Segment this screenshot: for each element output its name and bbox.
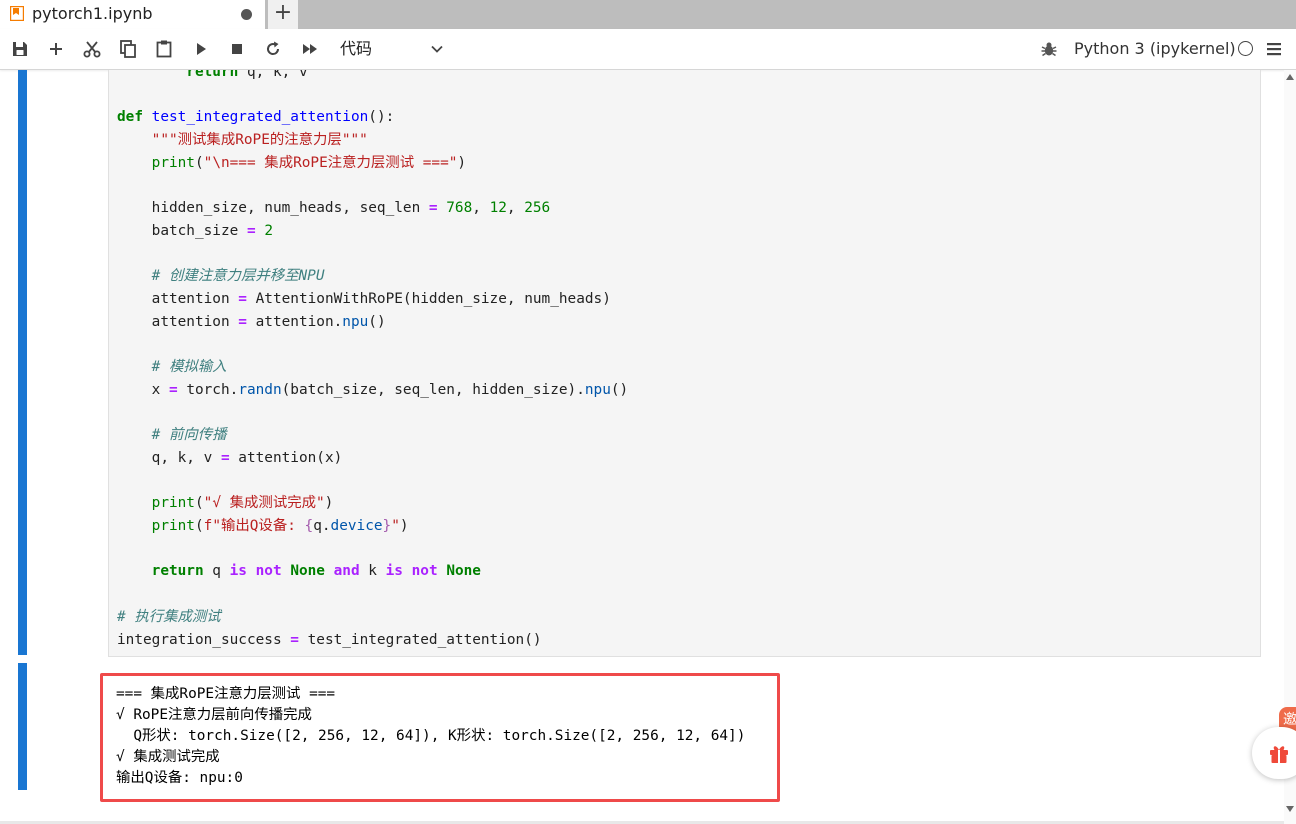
- stop-icon[interactable]: [227, 39, 247, 59]
- output-collapser[interactable]: [18, 663, 27, 790]
- cell-type-select[interactable]: 代码: [340, 38, 372, 60]
- builtin: print: [151, 495, 195, 512]
- menu-icon[interactable]: [1266, 41, 1282, 57]
- builtin: print: [151, 154, 195, 171]
- restart-icon[interactable]: [263, 39, 283, 59]
- code-content[interactable]: return q, k, v def test_integrated_atten…: [117, 70, 628, 651]
- code-text: hidden_size, num_heads, seq_len: [151, 200, 429, 217]
- fstring-brace: {: [304, 518, 314, 535]
- builtin: print: [151, 518, 195, 535]
- scroll-up-icon[interactable]: [1286, 74, 1294, 80]
- method: randn: [238, 381, 282, 398]
- code-text: attention: [151, 291, 239, 308]
- number: 768: [446, 200, 473, 217]
- keyword: is: [229, 563, 247, 580]
- notebook-icon: [9, 5, 25, 22]
- fstring: f"输出Q设备:: [203, 518, 305, 535]
- new-tab-button[interactable]: +: [268, 0, 298, 29]
- paste-icon[interactable]: [154, 39, 174, 59]
- comment: # 前向传播: [151, 427, 227, 444]
- notebook-panel: return q, k, v def test_integrated_atten…: [0, 70, 1284, 824]
- method: device: [330, 518, 383, 535]
- tab-bar: pytorch1.ipynb +: [0, 0, 1296, 29]
- code-text: q, k, v: [238, 70, 308, 80]
- number: 12: [489, 200, 507, 217]
- keyword: None: [290, 563, 325, 580]
- string: ": [391, 518, 400, 535]
- code-text: x: [151, 381, 169, 398]
- code-text: attention.: [246, 313, 343, 330]
- function-name: test_integrated_attention: [151, 109, 369, 126]
- string: "√ 集成测试完成": [203, 495, 325, 512]
- number: 256: [524, 200, 551, 217]
- tab-title: pytorch1.ipynb: [32, 4, 153, 23]
- bug-icon[interactable]: [1040, 40, 1058, 58]
- code-text: q: [203, 563, 230, 580]
- keyword: and: [333, 563, 360, 580]
- code-text: k: [359, 563, 386, 580]
- gift-button[interactable]: [1252, 727, 1296, 779]
- number: 2: [264, 222, 273, 239]
- kernel-status-icon: [1238, 41, 1253, 56]
- code-text: q, k, v: [151, 449, 221, 466]
- string: "\n=== 集成RoPE注意力层测试 ===": [203, 154, 458, 171]
- copy-icon[interactable]: [118, 39, 138, 59]
- code-text: torch.: [177, 381, 239, 398]
- code-text: attention: [151, 313, 239, 330]
- method: npu: [584, 381, 611, 398]
- gift-icon: [1268, 742, 1290, 764]
- code-text: ():: [368, 109, 395, 126]
- code-cell-editor[interactable]: return q, k, v def test_integrated_atten…: [108, 70, 1261, 657]
- comment: # 创建注意力层并移至NPU: [151, 268, 325, 285]
- code-text: batch_size: [151, 222, 247, 239]
- keyword: None: [446, 563, 481, 580]
- code-text: AttentionWithRoPE(hidden_size, num_heads…: [246, 291, 611, 308]
- run-all-icon[interactable]: [300, 39, 320, 59]
- keyword: def: [117, 109, 143, 126]
- code-text: test_integrated_attention(): [298, 631, 542, 648]
- comment: # 执行集成测试: [117, 608, 221, 625]
- tab-pytorch1[interactable]: pytorch1.ipynb: [0, 0, 265, 29]
- code-text: integration_success: [117, 631, 291, 648]
- keyword: return: [151, 563, 204, 580]
- code-text: attention(x): [229, 449, 343, 466]
- unsaved-indicator-icon[interactable]: [241, 9, 252, 20]
- code-text: (batch_size, seq_len, hidden_size).: [281, 381, 585, 398]
- chevron-down-icon[interactable]: [430, 41, 444, 55]
- keyword: not: [255, 563, 282, 580]
- code-text: q.: [313, 518, 331, 535]
- kernel-name[interactable]: Python 3 (ipykernel): [1074, 38, 1236, 60]
- keyword: return: [186, 70, 239, 80]
- keyword: not: [411, 563, 438, 580]
- comment: # 模拟输入: [151, 359, 227, 376]
- output-highlight-box: [100, 673, 780, 802]
- scroll-down-icon[interactable]: [1286, 806, 1294, 812]
- save-icon[interactable]: [10, 39, 30, 59]
- docstring: """测试集成RoPE的注意力层""": [151, 132, 368, 149]
- notebook-toolbar: 代码 Python 3 (ipykernel): [0, 29, 1296, 70]
- fstring-brace: }: [382, 518, 392, 535]
- run-icon[interactable]: [191, 39, 211, 59]
- keyword: is: [385, 563, 403, 580]
- method: npu: [342, 313, 369, 330]
- cell-collapser[interactable]: [18, 70, 27, 655]
- add-cell-icon[interactable]: [46, 39, 66, 59]
- cut-icon[interactable]: [82, 39, 102, 59]
